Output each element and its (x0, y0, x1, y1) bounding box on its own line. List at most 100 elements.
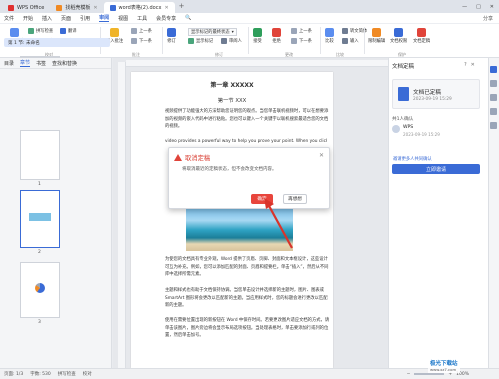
section-heading[interactable]: 第一节 XXX (131, 96, 333, 104)
compare-button[interactable]: 比较 (325, 28, 334, 44)
right-tool-strip (488, 58, 499, 368)
ribbon-label: 限制编辑 (368, 39, 386, 44)
finalized-card[interactable]: 文档已定稿 2023-09-19 15:29 (392, 79, 480, 109)
prev-comment-button[interactable]: 上一条 (131, 28, 152, 34)
vertical-ruler[interactable] (118, 62, 126, 368)
cancel-finalize-dialog: 取消定稿 ✕ 将取消最近的定稿状态，但不会改变文档内容。 确定 再想想 (168, 147, 330, 209)
invite-now-button[interactable]: 立即邀请 (392, 164, 480, 174)
document-icon (398, 87, 409, 101)
proofread-icon (10, 28, 20, 37)
menu-member[interactable]: 会员专享 (156, 15, 176, 22)
help-icon[interactable]: ? (464, 62, 467, 68)
ribbon-divider (320, 27, 321, 54)
finalize-doc-button[interactable]: 文档定稿 (413, 28, 430, 44)
show-markup-button[interactable]: 显示标记 (188, 38, 213, 44)
track-changes-button[interactable]: 修订 (167, 28, 176, 44)
tool-icon[interactable] (490, 94, 497, 101)
translate-icon (60, 28, 66, 34)
menu-reference[interactable]: 引用 (80, 15, 90, 22)
ribbon-label: 下一条 (299, 39, 312, 44)
outline-section-item[interactable]: 第 1 节: 未命名 (4, 38, 110, 47)
tab-label: 找稻壳模板 (65, 5, 91, 11)
menu-page[interactable]: 页面 (61, 15, 71, 22)
menu-insert[interactable]: 插入 (42, 15, 52, 22)
maximize-button[interactable]: □ (476, 4, 481, 10)
spell-check-icon (28, 28, 34, 34)
page-thumbnail-1[interactable] (20, 130, 60, 180)
reject-icon (272, 28, 281, 37)
invite-more-link[interactable]: 邀请更多人共同确认 (393, 156, 432, 162)
tab-label: WPS Office (17, 4, 45, 11)
body-paragraph[interactable]: 为使您的文档具有专业外观，Word 提供了页眉、页脚、封面和文本框设计，这些设计… (165, 256, 330, 279)
markup-state-select[interactable]: 显示标记的最终状态 ▾ (188, 28, 237, 36)
body-paragraph[interactable]: 主题和样式也有助于文档保持协调。当您单击设计并选择新的主题时，图片、图表或 Sm… (165, 287, 330, 310)
avatar (392, 125, 400, 133)
wps-logo-icon (8, 4, 14, 11)
proof-status[interactable]: 校对 (83, 371, 92, 377)
next-change-button[interactable]: 下一条 (291, 38, 312, 44)
doc-permission-button[interactable]: 文档权限 (390, 28, 407, 44)
panel-title: 文档定稿 (392, 64, 415, 70)
dialog-close-icon[interactable]: ✕ (319, 152, 324, 159)
horizontal-ruler[interactable] (126, 60, 388, 67)
tab-document[interactable]: word表格(2).docx ✕ (103, 2, 175, 13)
translate-button[interactable]: 翻译 (60, 28, 77, 34)
menu-tools[interactable]: 工具 (137, 15, 147, 22)
menu-view[interactable]: 视图 (118, 15, 128, 22)
tab-toc[interactable]: 目录 (4, 60, 14, 67)
zoom-slider[interactable] (414, 373, 445, 375)
card-name: 文档已定稿 (413, 90, 441, 96)
finalize-icon (417, 28, 427, 37)
close-window-button[interactable]: ✕ (490, 4, 494, 10)
template-icon (56, 4, 63, 11)
menu-file[interactable]: 文件 (4, 15, 14, 22)
next-comment-button[interactable]: 下一条 (131, 38, 152, 44)
close-tab-icon[interactable]: ✕ (164, 5, 168, 11)
ribbon-label: 比较 (325, 39, 334, 44)
spell-check-status[interactable]: 拼写检查 (58, 371, 76, 377)
ribbon-label: 拼写检查 (36, 29, 54, 34)
body-paragraph[interactable]: 使用在需要位置出现的新按钮在 Word 中保存时间。若要更改图片适应文档的方式，… (165, 317, 330, 340)
menu-review[interactable]: 审阅 (99, 14, 110, 22)
word-count[interactable]: 字数: 530 (30, 371, 51, 377)
card-date: 2023-09-19 15:29 (413, 97, 452, 102)
tab-find-replace[interactable]: 查找和替换 (52, 60, 77, 67)
confirm-user: WPS (403, 125, 414, 130)
body-paragraph[interactable]: 视频提供了功能强大的方法帮助您证明您的观点。当您单击联机视频时，可以在想要添加的… (165, 108, 330, 131)
tab-template[interactable]: 找稻壳模板 ✕ (50, 2, 103, 13)
spell-check-button[interactable]: 拼写检查 (28, 28, 53, 34)
reviewer-button[interactable]: 审阅人 (221, 38, 242, 44)
accept-button[interactable]: 接受 (253, 28, 262, 44)
small-button[interactable]: 输入 (342, 38, 359, 44)
prev-change-button[interactable]: 上一条 (291, 28, 312, 34)
tab-wps-office[interactable]: WPS Office (2, 2, 50, 13)
zoom-out-icon[interactable]: − (407, 372, 411, 377)
restrict-edit-button[interactable]: 限制编辑 (368, 28, 385, 44)
chapter-heading[interactable]: 第一章 XXXXX (131, 80, 333, 89)
search-icon[interactable]: 🔍 (185, 15, 191, 21)
outline-label: 第 1 节: 未命名 (8, 40, 40, 46)
minimize-button[interactable]: — (462, 4, 467, 10)
tool-icon[interactable] (490, 80, 497, 87)
close-panel-icon[interactable]: ✕ (471, 62, 475, 68)
reject-button[interactable]: 拒绝 (272, 28, 281, 44)
new-tab-icon[interactable]: + (179, 2, 185, 13)
share-button[interactable]: 分享 (483, 15, 493, 22)
tab-bookmarks[interactable]: 书签 (36, 60, 46, 67)
finalize-panel-icon[interactable] (490, 66, 497, 73)
tool-icon[interactable] (490, 122, 497, 129)
permission-icon (394, 28, 404, 37)
body-paragraph[interactable]: video provides a powerful way to help yo… (165, 138, 327, 146)
comment-icon (110, 28, 120, 37)
tool-icon[interactable] (490, 108, 497, 115)
menu-start[interactable]: 开始 (23, 15, 33, 22)
page-indicator[interactable]: 页面: 1/3 (4, 371, 23, 377)
tab-chapters[interactable]: 章节 (20, 59, 31, 67)
status-bar: 页面: 1/3 字数: 530 拼写检查 校对 − + 100% (0, 368, 499, 379)
warning-icon (174, 154, 182, 161)
page-thumbnail-2[interactable] (20, 190, 60, 248)
page-number: 3 (38, 320, 41, 325)
close-tab-icon[interactable]: ✕ (93, 5, 97, 11)
page-thumbnail-3[interactable] (20, 262, 60, 318)
ribbon-label: 显示标记 (196, 39, 214, 44)
